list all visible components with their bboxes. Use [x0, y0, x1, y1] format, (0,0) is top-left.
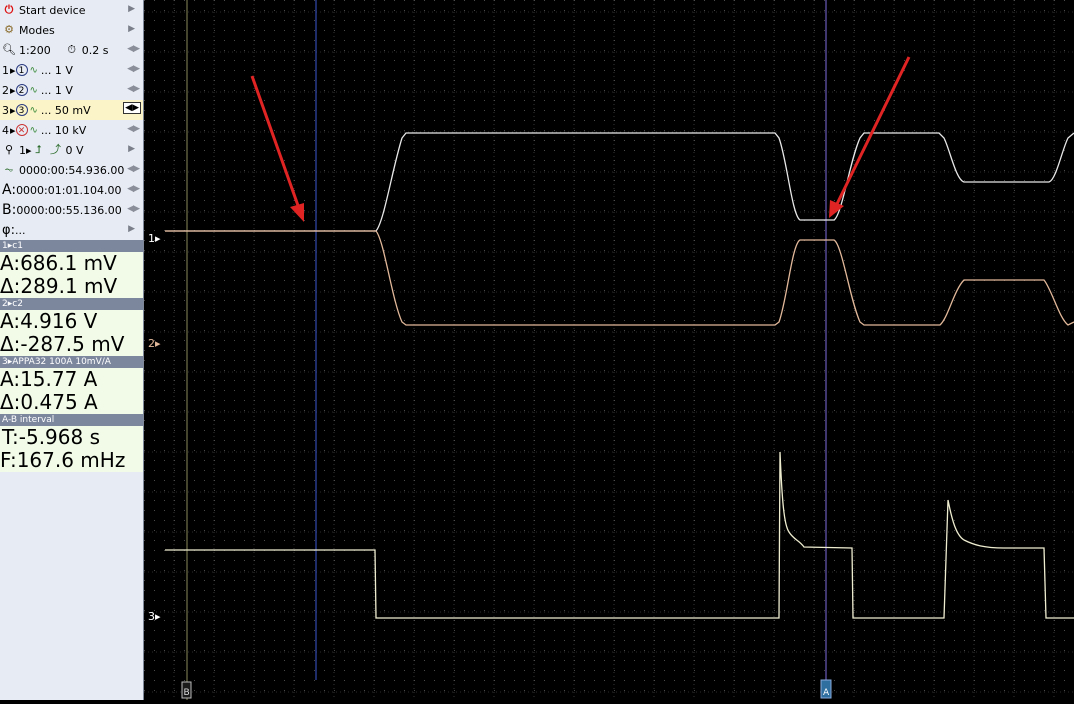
waveform-icon: ∿	[29, 124, 38, 136]
cursor-a-time: 0000:01:01.104.00	[16, 183, 122, 197]
channel-number: 3	[2, 103, 9, 117]
sidebar: ⏻ Start device ▶ ⚙ Modes ▶ 🔍︎ 1:200 ⏱︎ 0…	[0, 0, 144, 700]
phase-row[interactable]: φ: ... ▶	[0, 220, 143, 240]
waveform-icon: ∿	[29, 104, 38, 116]
submenu-arrow-icon: ▶	[128, 224, 135, 234]
cursor-a-row[interactable]: A: 0000:01:01.104.00 ◀▶	[0, 180, 143, 200]
measurement-values: T:-5.968 s F:167.6 mHz	[0, 426, 143, 472]
stepper-arrows-icon[interactable]: ◀▶	[127, 164, 140, 174]
channel-number: 2	[2, 83, 9, 97]
channel-3-row[interactable]: 3 ▸ 3 ∿ ... 50 mV ◀▶	[0, 100, 143, 120]
svg-text:B: B	[184, 688, 190, 698]
phase-label: φ:	[2, 222, 15, 238]
measurement-a: A:686.1 mV	[0, 251, 117, 275]
channel-label-1: 1▸	[148, 232, 161, 245]
svg-text:1▸: 1▸	[148, 232, 161, 245]
timebase-icon: ⏱︎	[67, 43, 76, 56]
measurement-a: A:15.77 A	[0, 367, 98, 391]
modes-icon: ⚙	[4, 23, 14, 36]
channel-circle-icon: 2	[15, 84, 28, 96]
waveform-icon: ∿	[29, 64, 38, 76]
channel-2-row[interactable]: 2 ▸ 2 ∿ ... 1 V ◀▶	[0, 80, 143, 100]
channel-scale: ... 10 kV	[40, 123, 87, 137]
svg-text:A: A	[823, 688, 830, 698]
submenu-arrow-icon: ▶	[128, 24, 135, 34]
channel-disabled-icon: ✕	[15, 124, 28, 136]
submenu-arrow-icon: ▶	[128, 144, 135, 154]
power-icon: ⏻	[4, 3, 14, 16]
trigger-icon: ⚲	[4, 143, 14, 156]
measurement-panel-interval: A-B interval T:-5.968 s F:167.6 mHz	[0, 414, 143, 472]
start-device-label: Start device	[19, 3, 86, 17]
modes-label: Modes	[19, 23, 55, 37]
cursor-b-time: 0000:00:55.136.00	[16, 203, 122, 217]
channel-4-row[interactable]: 4 ▸ ✕ ∿ ... 10 kV ◀▶	[0, 120, 143, 140]
zoom-value: 1:200	[19, 43, 51, 57]
trigger-row[interactable]: ⚲ 1 ▸ ⮥ ⤴ 0 V ▶	[0, 140, 143, 160]
measurement-panel-1: 1▸c1 A:686.1 mV Δ:289.1 mV	[0, 240, 143, 298]
timebase-value: 0.2 s	[81, 43, 109, 57]
submenu-arrow-icon: ▶	[128, 4, 135, 14]
trigger-time: 0000:00:54.936.00	[19, 163, 125, 177]
channel-scale: ... 1 V	[40, 83, 73, 97]
channel-circle-icon: 3	[15, 104, 28, 116]
stepper-arrows-icon[interactable]: ◀▶	[127, 84, 140, 94]
trigger-level-icon: ⤴	[50, 143, 62, 156]
channel-1-row[interactable]: 1 ▸ 1 ∿ ... 1 V ◀▶	[0, 60, 143, 80]
channel-number: 1	[2, 63, 9, 77]
channel-scale: ... 1 V	[40, 63, 73, 77]
svg-text:3▸: 3▸	[148, 610, 161, 623]
cursor-b-label: B:	[2, 202, 17, 218]
measurement-values: A:4.916 V Δ:-287.5 mV	[0, 310, 143, 356]
stepper-arrows-icon[interactable]: ◀▶	[123, 102, 141, 114]
modes-button[interactable]: ⚙ Modes ▶	[0, 20, 143, 40]
stepper-arrows-icon[interactable]: ◀▶	[127, 124, 140, 134]
start-device-button[interactable]: ⏻ Start device ▶	[0, 0, 143, 20]
channel-circle-icon: 1	[15, 64, 28, 76]
trigger-channel: 1	[19, 143, 26, 157]
cursor-a-label: A:	[2, 182, 17, 198]
measurement-values: A:686.1 mV Δ:289.1 mV	[0, 252, 143, 298]
measurement-a: A:4.916 V	[0, 309, 98, 333]
stepper-arrows-icon[interactable]: ◀▶	[127, 44, 140, 54]
stepper-arrows-icon[interactable]: ◀▶	[127, 184, 140, 194]
trigger-position-icon: ⏦	[4, 163, 14, 176]
measurement-values: A:15.77 A Δ:0.475 A	[0, 368, 143, 414]
phase-value: ...	[14, 223, 26, 237]
cursor-b-row[interactable]: B: 0000:00:55.136.00 ◀▶	[0, 200, 143, 220]
measurement-delta: Δ:289.1 mV	[0, 274, 118, 298]
svg-text:2▸: 2▸	[148, 337, 161, 350]
cursor-a-marker[interactable]: A	[820, 679, 832, 699]
measurement-panel-2: 2▸c2 A:4.916 V Δ:-287.5 mV	[0, 298, 143, 356]
trigger-time-row[interactable]: ⏦ 0000:00:54.936.00 ◀▶	[0, 160, 143, 180]
trigger-level: 0 V	[65, 143, 84, 157]
plot-canvas[interactable]: 1▸ 2▸ 3▸ B A	[144, 0, 1074, 700]
magnifier-icon: 🔍︎	[2, 43, 16, 56]
measurement-panel-3: 3▸APPA32 100A 10mV/A A:15.77 A Δ:0.475 A	[0, 356, 143, 414]
channel-label-2: 2▸	[148, 337, 161, 350]
zoom-row[interactable]: 🔍︎ 1:200 ⏱︎ 0.2 s ◀▶	[0, 40, 143, 60]
interval-time: T:-5.968 s	[2, 425, 101, 449]
cursor-b-marker[interactable]: B	[181, 681, 192, 699]
channel-label-3: 3▸	[148, 610, 161, 623]
measurement-delta: Δ:0.475 A	[0, 390, 98, 414]
stepper-arrows-icon[interactable]: ◀▶	[127, 204, 140, 214]
grid-dots	[144, 0, 1074, 700]
oscilloscope-plot[interactable]: 1▸ 2▸ 3▸ B A	[144, 0, 1074, 700]
waveform-icon: ∿	[29, 84, 38, 96]
channel-scale: ... 50 mV	[40, 103, 91, 117]
stepper-arrows-icon[interactable]: ◀▶	[127, 64, 140, 74]
trigger-edge-icon: ⮥	[35, 143, 42, 156]
measurement-delta: Δ:-287.5 mV	[0, 332, 125, 356]
interval-frequency: F:167.6 mHz	[0, 448, 126, 472]
channel-number: 4	[2, 123, 9, 137]
